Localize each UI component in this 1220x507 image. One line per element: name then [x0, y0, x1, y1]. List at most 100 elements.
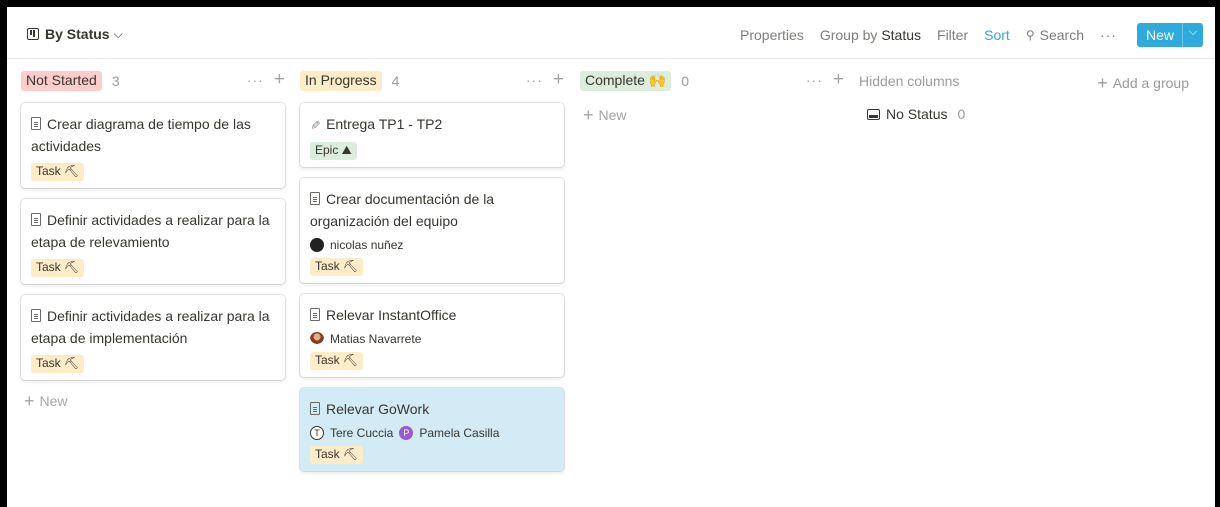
search-icon: ⚲	[1025, 28, 1035, 42]
chevron-down-icon: ⌵	[113, 26, 123, 41]
plus-icon: +	[1097, 73, 1108, 93]
epic-tag: Epic ⛰	[310, 142, 357, 160]
card-title: Crear diagrama de tiempo de las activida…	[31, 113, 275, 157]
task-tag: Task ⛏	[31, 355, 85, 373]
add-group-label: Add a group	[1112, 75, 1189, 91]
column-count: 4	[391, 73, 400, 89]
page-icon	[310, 402, 320, 415]
view-selector[interactable]: By Status ⌵	[27, 26, 123, 42]
board-card-selected[interactable]: Relevar GoWork T Tere Cuccia P Pamela Ca…	[300, 388, 564, 471]
properties-button[interactable]: Properties	[740, 27, 804, 43]
column-in-progress: In Progress 4 ··· + ✎ Entrega TP1 - TP2 E…	[300, 59, 564, 482]
avatar: T	[310, 426, 324, 440]
pencil-icon: ✎	[308, 119, 323, 131]
toolbar-actions: Properties Group by Status Filter Sort ⚲…	[724, 23, 1203, 47]
board-card[interactable]: Definir actividades a realizar para la e…	[21, 199, 285, 284]
assignee-row: nicolas nuñez	[310, 238, 554, 252]
group-by-button[interactable]: Group by Status	[820, 27, 921, 43]
avatar	[310, 332, 324, 346]
add-new-label: New	[598, 107, 627, 123]
inbox-icon	[867, 108, 880, 120]
card-title: Relevar GoWork	[310, 398, 554, 420]
page-icon	[310, 192, 320, 205]
status-pill[interactable]: Complete 🙌	[580, 71, 672, 91]
task-tag: Task ⛏	[310, 258, 364, 276]
card-title-text: Definir actividades a realizar para la e…	[31, 308, 270, 346]
add-new-card-button[interactable]: + New	[21, 391, 285, 412]
column-complete: Complete 🙌 0 ··· + + New	[580, 59, 844, 126]
task-tag: Task ⛏	[31, 163, 85, 181]
chevron-down-icon[interactable]: ⌵	[1182, 23, 1203, 47]
status-pill[interactable]: Not Started	[21, 71, 102, 91]
more-icon[interactable]: ···	[806, 72, 823, 88]
view-title: By Status	[45, 26, 110, 42]
card-title: ✎ Entrega TP1 - TP2	[308, 113, 554, 136]
column-header: Complete 🙌 0 ··· +	[580, 59, 844, 103]
search-button[interactable]: ⚲ Search	[1026, 27, 1084, 43]
board-card[interactable]: ✎ Entrega TP1 - TP2 Epic ⛰	[300, 103, 564, 167]
plus-icon[interactable]: +	[274, 70, 285, 89]
group-by-value: Status	[881, 27, 922, 43]
board-icon	[27, 28, 39, 40]
avatar	[310, 238, 324, 252]
more-icon[interactable]: ···	[247, 72, 264, 88]
card-title-text: Crear documentación de la organización d…	[310, 191, 495, 229]
page-icon	[310, 308, 320, 321]
column-actions: ··· +	[806, 70, 844, 89]
no-status-count: 0	[957, 106, 966, 122]
assignee-name: Tere Cuccia	[330, 426, 394, 440]
search-label: Search	[1039, 27, 1084, 43]
column-not-started: Not Started 3 ··· + Crear diagrama de ti…	[21, 59, 285, 412]
plus-icon[interactable]: +	[553, 70, 564, 89]
page-icon	[31, 213, 41, 226]
board-frame: By Status ⌵ Properties Group by Status F…	[7, 7, 1215, 507]
card-title: Definir actividades a realizar para la e…	[31, 209, 275, 253]
column-actions: ··· +	[247, 70, 285, 89]
card-title-text: Crear diagrama de tiempo de las activida…	[31, 116, 251, 154]
column-header: Not Started 3 ··· +	[21, 59, 285, 103]
status-pill[interactable]: In Progress	[300, 71, 382, 91]
column-actions: ··· +	[526, 70, 564, 89]
plus-icon[interactable]: +	[833, 70, 844, 89]
card-title-text: Relevar InstantOffice	[326, 307, 457, 323]
assignee-name: Matias Navarrete	[330, 332, 422, 346]
task-tag: Task ⛏	[31, 259, 85, 277]
card-title: Definir actividades a realizar para la e…	[31, 305, 275, 349]
filter-button[interactable]: Filter	[937, 27, 968, 43]
assignee-name: Pamela Casilla	[419, 426, 500, 440]
task-tag: Task ⛏	[310, 352, 364, 370]
group-by-label: Group by	[819, 27, 878, 43]
board-card[interactable]: Definir actividades a realizar para la e…	[21, 295, 285, 380]
no-status-group[interactable]: No Status 0	[867, 106, 1189, 122]
task-tag: Task ⛏	[310, 446, 364, 464]
avatar: P	[399, 426, 414, 440]
hidden-columns-label: Hidden columns	[859, 73, 960, 89]
add-new-label: New	[39, 393, 68, 409]
board-card[interactable]: Crear diagrama de tiempo de las activida…	[21, 103, 285, 188]
card-title-text: Relevar GoWork	[326, 401, 430, 417]
more-icon[interactable]: ···	[526, 72, 543, 88]
card-title: Relevar InstantOffice	[310, 304, 554, 326]
assignee-name: nicolas nuñez	[330, 238, 404, 252]
add-new-card-button[interactable]: + New	[580, 105, 844, 126]
assignee-row: T Tere Cuccia P Pamela Casilla	[310, 426, 554, 440]
card-title-text: Definir actividades a realizar para la e…	[31, 212, 270, 250]
board-card[interactable]: Crear documentación de la organización d…	[300, 178, 564, 283]
more-options-button[interactable]: ···	[1100, 27, 1117, 43]
card-title-text: Entrega TP1 - TP2	[326, 116, 443, 132]
add-group-button[interactable]: + Add a group	[1097, 73, 1189, 94]
toolbar: By Status ⌵ Properties Group by Status F…	[7, 7, 1215, 59]
board-card[interactable]: Relevar InstantOffice Matias Navarrete T…	[300, 294, 564, 377]
new-button[interactable]: New ⌵	[1136, 23, 1203, 47]
column-count: 3	[111, 73, 120, 89]
page-icon	[31, 117, 41, 130]
column-count: 0	[681, 73, 690, 89]
page-icon	[31, 309, 41, 322]
column-header: In Progress 4 ··· +	[300, 59, 564, 103]
hidden-columns-section: Hidden columns + Add a group No Status 0	[859, 59, 1189, 122]
sort-button[interactable]: Sort	[984, 27, 1010, 43]
plus-icon: +	[583, 105, 594, 125]
no-status-label: No Status	[886, 106, 948, 122]
card-title: Crear documentación de la organización d…	[310, 188, 554, 232]
plus-icon: +	[24, 391, 35, 411]
